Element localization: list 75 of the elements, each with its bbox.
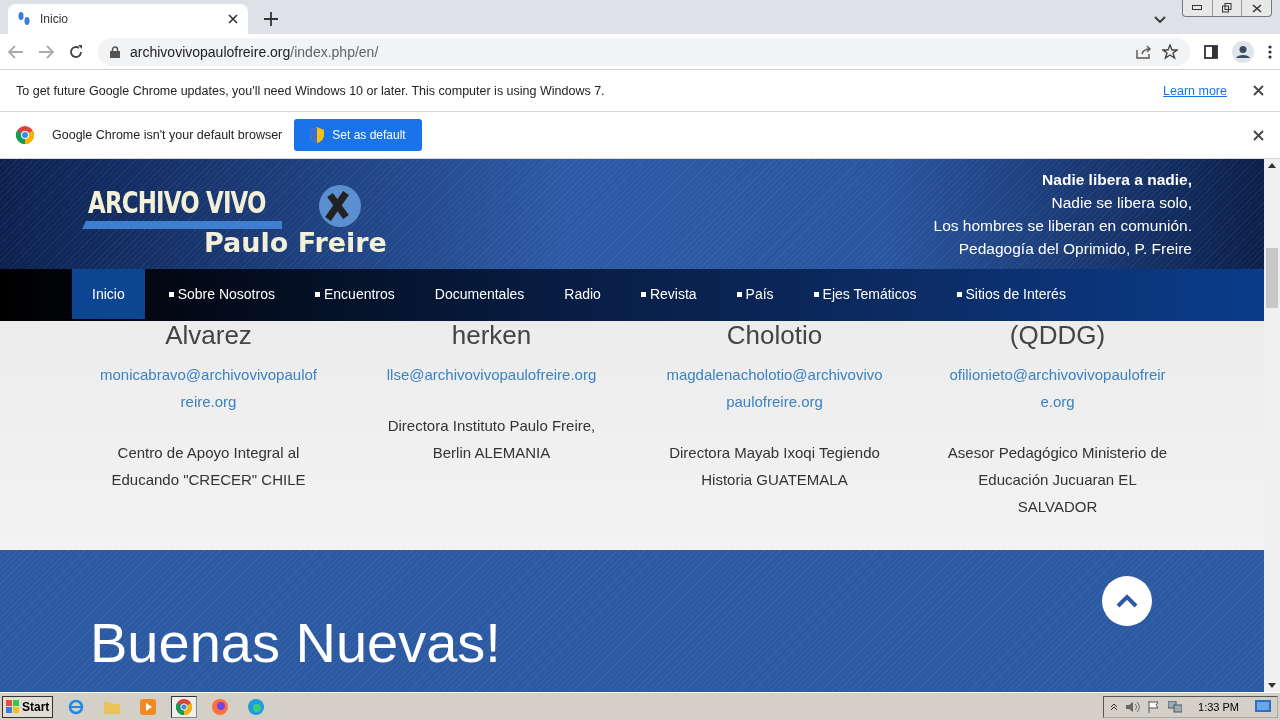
nav-item[interactable]: Sitios de Interés: [956, 269, 1066, 319]
person-name: herken: [451, 321, 532, 349]
profile-avatar-icon[interactable]: [1232, 40, 1254, 63]
flag-icon[interactable]: [1148, 700, 1161, 713]
show-desktop-icon[interactable]: [1255, 699, 1271, 714]
quote-line: Nadie se libera solo,: [1051, 193, 1192, 212]
chevron-up-icon[interactable]: [1110, 702, 1119, 711]
chevron-down-icon[interactable]: [1154, 16, 1166, 24]
close-icon[interactable]: [1251, 3, 1262, 13]
lock-icon: [110, 45, 120, 58]
side-panel-icon[interactable]: [1204, 44, 1218, 59]
url-host: archivovivopaulofreire.org: [130, 43, 291, 60]
down-arrow-icon[interactable]: [1268, 683, 1276, 688]
person-role: Directora Mayab Ixoqi Tegiendo Historia GUATEMALA: [668, 443, 881, 490]
quote-line: Los hombres se liberan en comunión.: [933, 216, 1192, 235]
browser-tab[interactable]: Inicio: [8, 4, 248, 34]
person-name: (QDDG): [1009, 321, 1106, 349]
new-tab-icon[interactable]: [264, 12, 278, 26]
speaker-icon[interactable]: [1126, 700, 1141, 713]
nav-item[interactable]: Revista: [640, 269, 697, 319]
up-arrow-icon[interactable]: [1268, 163, 1276, 168]
email-link[interactable]: ofilionieto@archivovivopaulofreire.org: [947, 361, 1168, 415]
person-role: Directora Instituto Paulo Freire, Berlin ALEMANIA: [386, 416, 597, 463]
taskbar-button[interactable]: [171, 695, 198, 718]
chrome-logo-icon: [176, 698, 193, 715]
email-link[interactable]: magdalenacholotio@archivovivopaulofreire.org: [664, 361, 885, 415]
close-icon[interactable]: [1253, 85, 1264, 96]
url-path: /index.php/en/: [290, 43, 379, 60]
person-role: Asesor Pedagógico Ministerio de Educación Jucuaran EL SALVADOR: [946, 443, 1169, 517]
scrollbar-thumb[interactable]: [1266, 248, 1278, 308]
nav-item[interactable]: Inicio: [72, 269, 145, 319]
minimize-icon[interactable]: [1192, 5, 1203, 11]
email-link[interactable]: llse@archivovivopaulofreire.org: [381, 361, 602, 388]
section-title: Buenas Nuevas!: [90, 610, 501, 676]
network-icon[interactable]: [1168, 700, 1183, 713]
scroll-top-button[interactable]: [1102, 576, 1152, 626]
close-icon[interactable]: [228, 14, 238, 24]
learn-more-link[interactable]: Learn more: [1163, 83, 1227, 98]
person-role: Centro de Apoyo Integral al Educando "CRECER" CHILE: [110, 443, 307, 490]
star-icon[interactable]: [1162, 43, 1178, 60]
windows-logo-icon: [6, 699, 20, 714]
close-icon[interactable]: [1253, 129, 1264, 141]
stripe-icon: [82, 221, 282, 229]
nav-item[interactable]: Documentales: [434, 269, 525, 319]
chevron-up-icon: [1116, 594, 1138, 608]
person-name: Alvarez: [165, 321, 252, 349]
quote-line: Pedagogía del Oprimido, P. Freire: [958, 239, 1192, 258]
logo-subtitle: Paulo Freire: [204, 227, 387, 258]
tab-title: Inicio: [40, 12, 69, 26]
logo-title: ARCHIVO VIVO: [88, 185, 266, 220]
person-name: Cholotio: [726, 321, 823, 349]
nav-item[interactable]: Sobre Nosotros: [168, 269, 275, 319]
nav-item[interactable]: País: [736, 269, 774, 319]
chrome-logo-icon: [16, 126, 34, 144]
email-link[interactable]: monicabravo@archivovivopaulofreire.org: [98, 361, 319, 415]
set-as-default-button[interactable]: Set as default: [294, 119, 422, 151]
nav-item[interactable]: Ejes Temáticos: [813, 269, 917, 319]
share-icon[interactable]: [1136, 44, 1152, 59]
restore-icon[interactable]: [1222, 3, 1232, 13]
shield-icon: [310, 127, 325, 143]
quote-line: Nadie libera a nadie,: [1042, 170, 1192, 189]
scrollbar[interactable]: [1264, 159, 1280, 692]
footprint-icon: [18, 12, 30, 26]
folder-icon: [104, 699, 121, 714]
clock[interactable]: 1:33 PM: [1198, 700, 1239, 713]
media-player-icon: [140, 698, 157, 715]
nav-item[interactable]: Encuentros: [314, 269, 395, 319]
address-bar[interactable]: archivovivopaulofreire.org/index.php/en/: [98, 37, 1190, 66]
infobar-message: Google Chrome isn't your default browser: [52, 128, 283, 142]
nav-item[interactable]: Radio: [564, 269, 601, 319]
infobar-message: To get future Google Chrome updates, you'll need Windows 10 or later. This computer is using Windows 7.: [16, 83, 605, 98]
start-button[interactable]: Start: [2, 695, 54, 718]
menu-icon[interactable]: [1268, 44, 1272, 59]
reload-icon[interactable]: [68, 43, 84, 60]
ie-icon: [68, 698, 85, 715]
